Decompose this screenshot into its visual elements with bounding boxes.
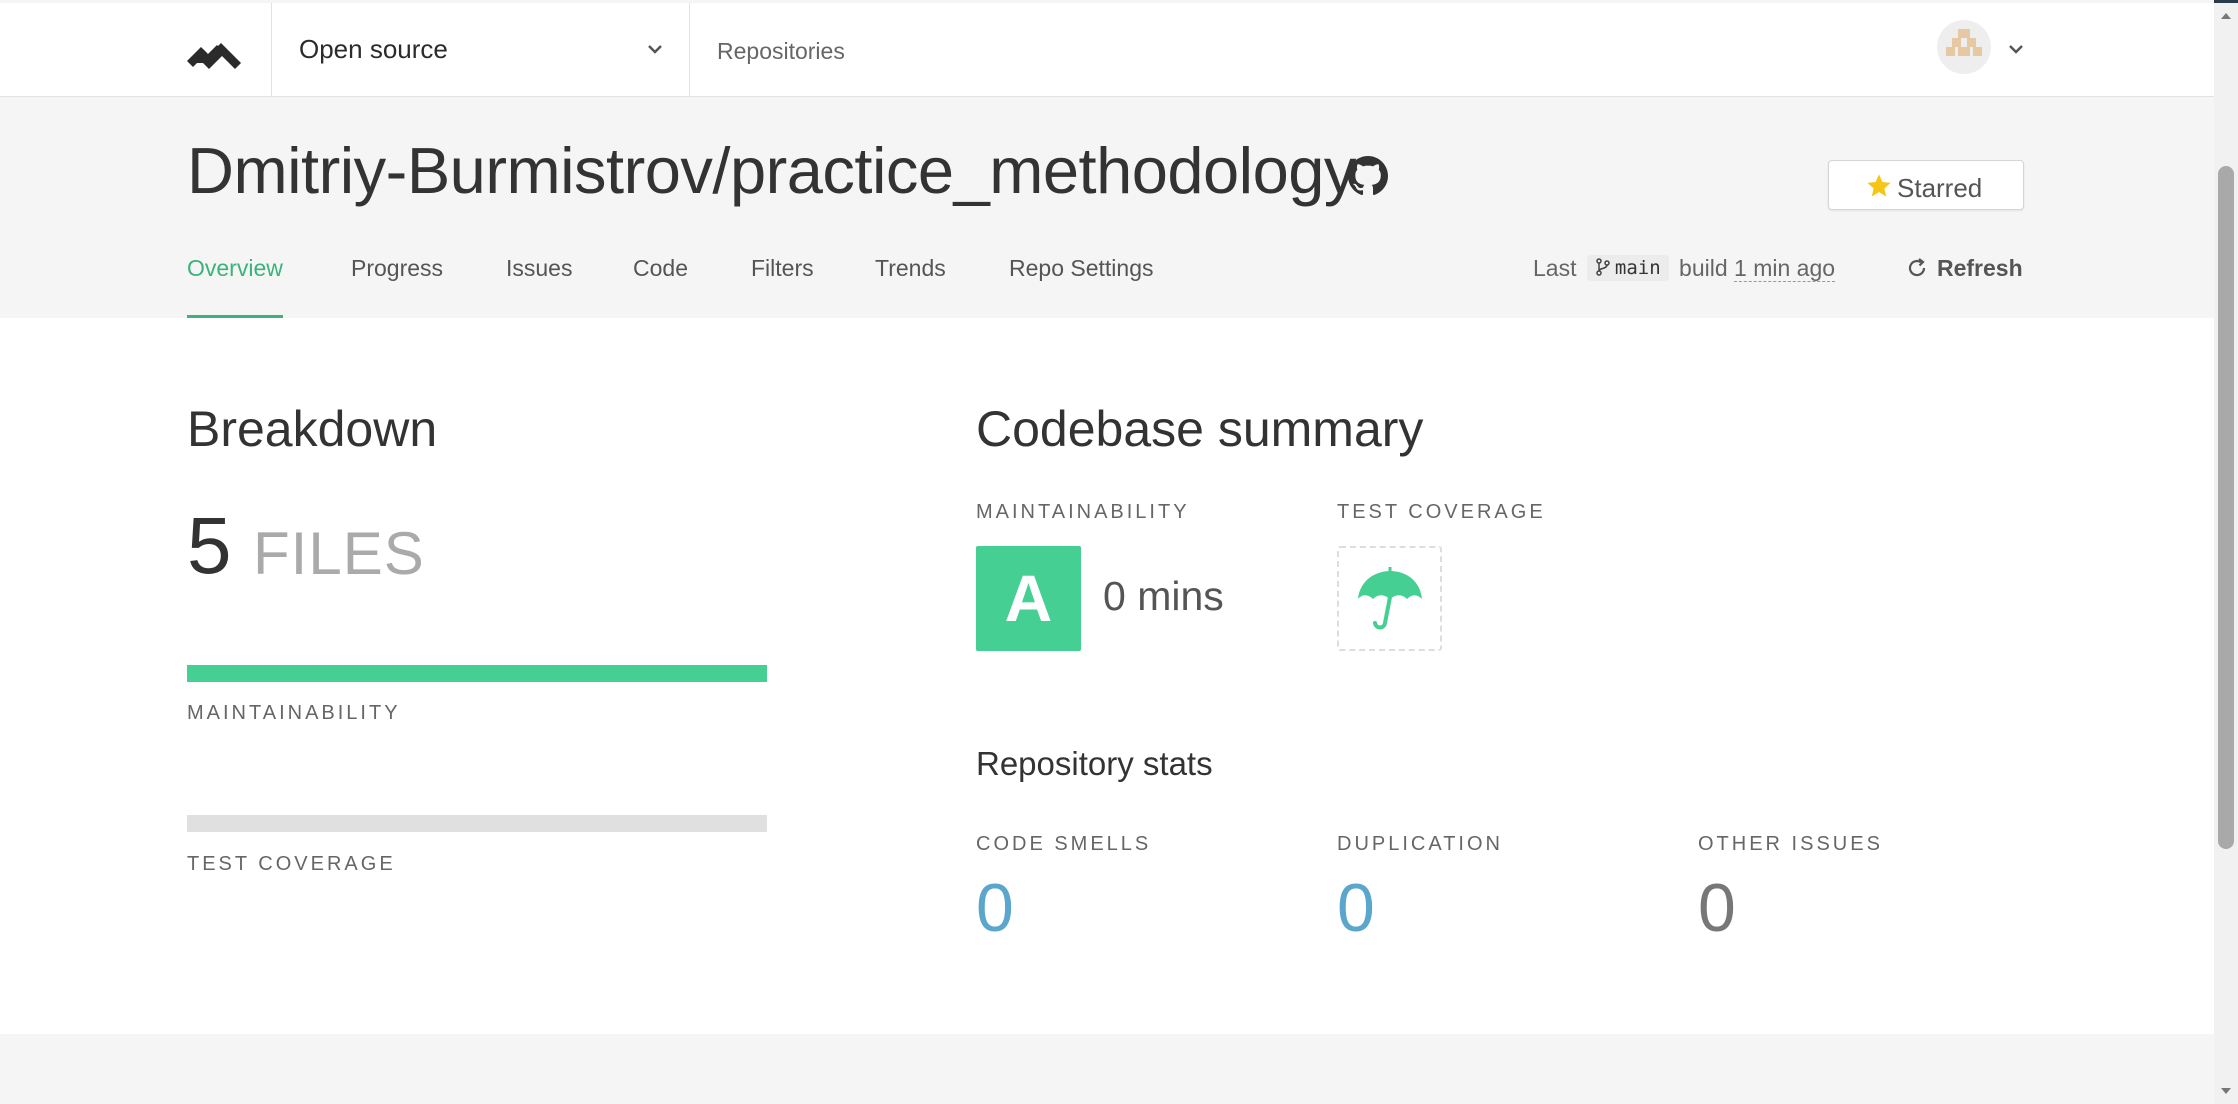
chevron-down-icon[interactable]	[2006, 39, 2026, 59]
repository-stats-title: Repository stats	[976, 745, 1213, 782]
files-count: 5	[187, 501, 232, 590]
tab-repo-settings[interactable]: Repo Settings	[1009, 255, 1153, 319]
duplication-label: DUPLICATION	[1337, 833, 1503, 855]
refresh-button[interactable]: Refresh	[1905, 255, 2023, 282]
breakdown-title: Breakdown	[187, 401, 438, 457]
other-issues-value: 0	[1698, 870, 1736, 946]
github-icon[interactable]	[1348, 156, 1388, 196]
codebase-summary-title: Codebase summary	[976, 401, 1424, 457]
git-branch-icon	[1596, 258, 1610, 276]
page: Open source Repositories Dmitriy-Burmist…	[0, 0, 2214, 1104]
tab-filters[interactable]: Filters	[751, 255, 814, 319]
scrollbar-thumb[interactable]	[2218, 166, 2234, 849]
test-coverage-bar-label: TEST COVERAGE	[187, 853, 396, 875]
tab-overview[interactable]: Overview	[187, 255, 283, 319]
last-build-info: Last main build 1 min ago	[1533, 255, 1836, 282]
avatar-identicon	[1946, 29, 1982, 56]
build-time: 1 min ago	[1734, 255, 1836, 282]
scroll-down-arrow-icon[interactable]	[2219, 1084, 2233, 1098]
test-coverage-box[interactable]	[1337, 546, 1442, 651]
tab-trends[interactable]: Trends	[875, 255, 946, 319]
org-switcher[interactable]: Open source	[271, 3, 690, 96]
maintainability-bar[interactable]	[187, 665, 767, 682]
build-middle: build	[1679, 255, 1728, 281]
top-navigation: Open source Repositories	[0, 3, 2214, 97]
build-prefix: Last	[1533, 255, 1577, 281]
starred-label: Starred	[1897, 173, 1983, 203]
tab-code[interactable]: Code	[633, 255, 688, 319]
maintainability-grade[interactable]: A	[976, 546, 1081, 651]
code-smells-label: CODE SMELLS	[976, 833, 1152, 855]
star-icon	[1867, 174, 1891, 197]
main-content: Breakdown 5 FILES MAINTAINABILITY TEST C…	[0, 318, 2214, 1034]
repo-title: Dmitriy-Burmistrov/practice_methodology	[187, 134, 1356, 207]
test-coverage-label: TEST COVERAGE	[1337, 501, 1546, 523]
user-avatar[interactable]	[1937, 20, 1991, 74]
refresh-icon	[1908, 258, 1926, 277]
branch-name: main	[1614, 257, 1661, 279]
branch-badge: main	[1586, 255, 1669, 281]
maintainability-bar-label: MAINTAINABILITY	[187, 702, 401, 724]
duplication-value[interactable]: 0	[1337, 869, 1375, 947]
chevron-down-icon	[648, 45, 662, 54]
code-smells-value[interactable]: 0	[976, 869, 1014, 947]
scroll-up-arrow-icon[interactable]	[2219, 9, 2233, 23]
vertical-scrollbar[interactable]	[2214, 3, 2238, 1104]
repositories-link[interactable]: Repositories	[717, 38, 845, 65]
tab-issues[interactable]: Issues	[506, 255, 572, 319]
files-label: FILES	[253, 520, 425, 587]
technical-debt[interactable]: 0 mins	[1103, 573, 1224, 620]
umbrella-icon	[1358, 567, 1422, 630]
code-climate-logo[interactable]	[187, 33, 243, 69]
starred-button[interactable]: Starred	[1828, 160, 2024, 210]
test-coverage-bar[interactable]	[187, 815, 767, 832]
refresh-label: Refresh	[1937, 255, 2023, 281]
other-issues-label: OTHER ISSUES	[1698, 833, 1883, 855]
maintainability-label: MAINTAINABILITY	[976, 501, 1190, 523]
tab-progress[interactable]: Progress	[351, 255, 443, 319]
org-name: Open source	[299, 34, 448, 64]
